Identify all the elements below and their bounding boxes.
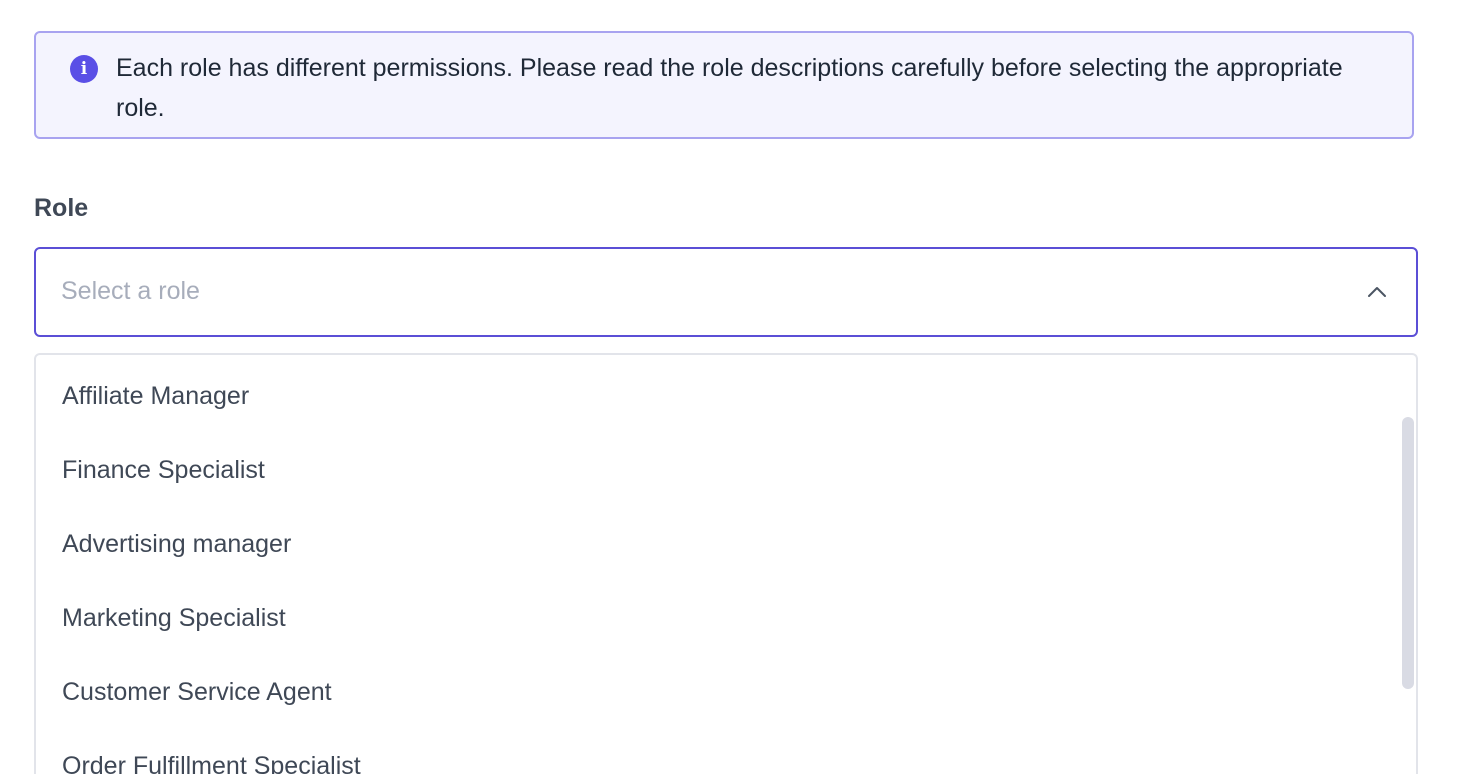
chevron-up-icon: [1368, 287, 1386, 297]
info-banner-text: Each role has different permissions. Ple…: [116, 54, 1343, 122]
role-option-advertising-manager[interactable]: Advertising manager: [36, 507, 1396, 581]
role-option-customer-service-agent[interactable]: Customer Service Agent: [36, 655, 1396, 729]
role-option-finance-specialist[interactable]: Finance Specialist: [36, 433, 1396, 507]
info-icon: i: [70, 55, 98, 83]
role-select-placeholder: Select a role: [61, 277, 200, 305]
role-option-list: Affiliate Manager Finance Specialist Adv…: [36, 359, 1396, 774]
info-banner: i Each role has different permissions. P…: [34, 31, 1414, 139]
role-option-marketing-specialist[interactable]: Marketing Specialist: [36, 581, 1396, 655]
role-label: Role: [34, 194, 89, 222]
role-selection-page: i Each role has different permissions. P…: [0, 0, 1458, 774]
role-select[interactable]: Select a role: [34, 247, 1418, 337]
dropdown-scrollbar[interactable]: [1402, 417, 1414, 689]
role-option-affiliate-manager[interactable]: Affiliate Manager: [36, 359, 1396, 433]
role-dropdown: Affiliate Manager Finance Specialist Adv…: [34, 353, 1418, 774]
role-option-order-fulfillment-specialist[interactable]: Order Fulfillment Specialist: [36, 729, 1396, 774]
